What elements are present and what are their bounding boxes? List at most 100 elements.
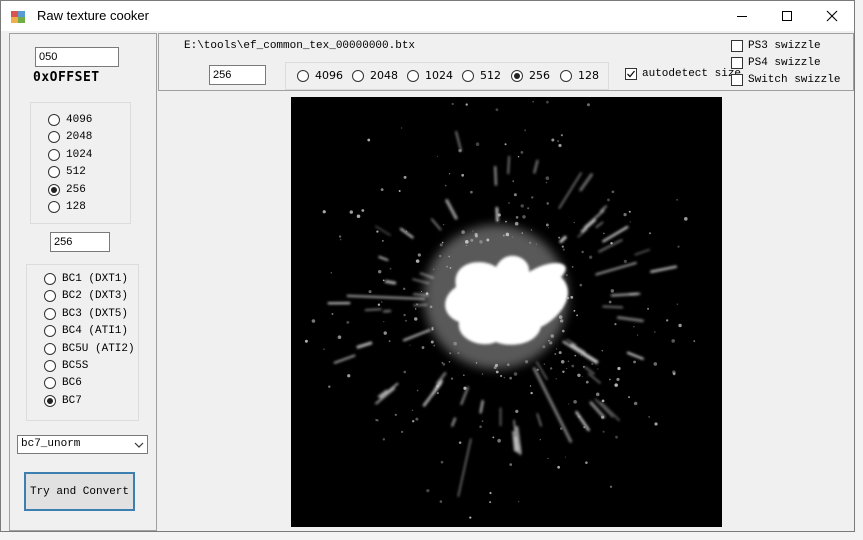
- maximize-icon: [782, 11, 792, 21]
- particle-dot: [411, 409, 414, 411]
- particle-dot: [508, 202, 510, 204]
- particle-dot: [376, 419, 379, 422]
- checkbox: [731, 74, 743, 86]
- format-option-1[interactable]: BC2 (DXT3): [44, 290, 128, 303]
- particle-dot: [608, 300, 612, 304]
- radio-button: [48, 114, 60, 126]
- particle-dot: [601, 399, 605, 403]
- particle-dot: [415, 259, 420, 263]
- size-option-1024[interactable]: 1024: [48, 148, 92, 161]
- radio-button: [352, 69, 364, 82]
- autodetect-checkbox[interactable]: autodetect size: [625, 68, 741, 80]
- particle-dot: [481, 373, 484, 375]
- width-input[interactable]: [209, 65, 266, 85]
- particle-dot: [449, 173, 451, 175]
- particle-dot: [567, 360, 569, 362]
- top-size-option-1024[interactable]: 1024: [407, 69, 453, 82]
- particle-dot: [559, 427, 563, 430]
- radio-button: [44, 325, 56, 338]
- checkbox: [731, 57, 743, 69]
- particle-dot: [602, 430, 605, 433]
- file-path-label: E:\tools\ef_common_tex_00000000.btx: [184, 40, 416, 52]
- particle-dot: [614, 323, 617, 326]
- top-size-option-4096[interactable]: 4096: [297, 69, 343, 82]
- top-size-option-128[interactable]: 128: [560, 69, 599, 82]
- particle-dot: [607, 198, 610, 202]
- particle-dot: [458, 441, 462, 444]
- title-bar[interactable]: Raw texture cooker: [1, 1, 854, 31]
- offset-input[interactable]: [35, 47, 119, 67]
- try-convert-button[interactable]: Try and Convert: [24, 472, 135, 511]
- size-option-2048[interactable]: 2048: [48, 131, 93, 144]
- radio-label: BC7: [62, 394, 82, 407]
- particle-dot: [513, 193, 517, 197]
- swizzle-checkbox-1[interactable]: PS4 swizzle: [731, 57, 821, 69]
- size-option-256[interactable]: 256: [48, 183, 86, 196]
- format-option-4[interactable]: BC5U (ATI2): [44, 342, 135, 355]
- particle-streak: [445, 199, 458, 220]
- particle-dot: [383, 331, 387, 335]
- format-option-3[interactable]: BC4 (ATI1): [44, 325, 128, 338]
- particle-streak: [455, 131, 462, 152]
- subformat-value: bc7_unorm: [21, 438, 81, 450]
- particle-dot: [380, 188, 384, 192]
- particle-dot: [577, 373, 581, 377]
- size-input[interactable]: [50, 232, 110, 252]
- particle-dot: [545, 176, 550, 180]
- particle-dot: [349, 210, 353, 214]
- size-option-512[interactable]: 512: [48, 166, 86, 179]
- radio-button: [48, 183, 60, 196]
- chevron-down-icon: [134, 440, 144, 455]
- top-size-option-256[interactable]: 256: [511, 69, 550, 82]
- particle-streak: [559, 235, 567, 244]
- format-option-7[interactable]: BC7: [44, 394, 82, 407]
- close-button[interactable]: [809, 1, 855, 31]
- particle-dot: [636, 334, 639, 336]
- particle-streak: [346, 294, 426, 301]
- swizzle-label: Switch swizzle: [748, 74, 841, 86]
- particle-dot: [543, 363, 546, 365]
- particle-dot: [588, 255, 593, 259]
- particle-dot: [495, 370, 499, 374]
- particle-dot: [403, 175, 407, 179]
- particle-streak: [495, 206, 499, 222]
- particle-streak: [399, 227, 414, 239]
- minimize-button[interactable]: [719, 1, 765, 31]
- radio-label: 2048: [66, 131, 93, 144]
- particle-dot: [433, 344, 436, 347]
- swizzle-checkbox-2[interactable]: Switch swizzle: [731, 74, 840, 86]
- format-option-0[interactable]: BC1 (DXT1): [44, 273, 128, 285]
- particle-dot: [430, 340, 434, 344]
- radio-button: [560, 69, 572, 82]
- particle-dot: [448, 361, 451, 363]
- top-size-option-2048[interactable]: 2048: [352, 69, 398, 82]
- particle-dot: [571, 364, 575, 368]
- autodetect-label: autodetect size: [642, 68, 742, 80]
- maximize-button[interactable]: [764, 1, 810, 31]
- format-option-6[interactable]: BC6: [44, 377, 82, 390]
- particle-dot: [583, 366, 585, 368]
- particle-dot: [530, 391, 533, 395]
- particle-dot: [648, 416, 650, 418]
- particle-dot: [684, 217, 688, 221]
- particle-dot: [628, 396, 630, 399]
- particle-dot: [403, 287, 406, 291]
- format-option-5[interactable]: BC5S: [44, 360, 88, 372]
- swizzle-checkbox-0[interactable]: PS3 swizzle: [731, 40, 821, 52]
- particle-dot: [405, 319, 408, 322]
- particle-streak: [460, 386, 469, 406]
- particle-dot: [520, 204, 524, 208]
- subformat-select[interactable]: bc7_unorm: [17, 435, 148, 454]
- particle-dot: [583, 426, 586, 429]
- radio-button: [462, 69, 474, 82]
- radio-label: 4096: [66, 114, 93, 126]
- particle-dot: [566, 367, 568, 370]
- top-size-option-512[interactable]: 512: [462, 69, 501, 82]
- particle-dot: [383, 321, 385, 323]
- particle-dot: [558, 143, 562, 148]
- particle-dot: [451, 102, 454, 106]
- size-option-128[interactable]: 128: [48, 201, 86, 213]
- format-option-2[interactable]: BC3 (DXT5): [44, 307, 128, 320]
- swizzle-label: PS3 swizzle: [748, 40, 821, 52]
- size-option-4096[interactable]: 4096: [48, 114, 92, 126]
